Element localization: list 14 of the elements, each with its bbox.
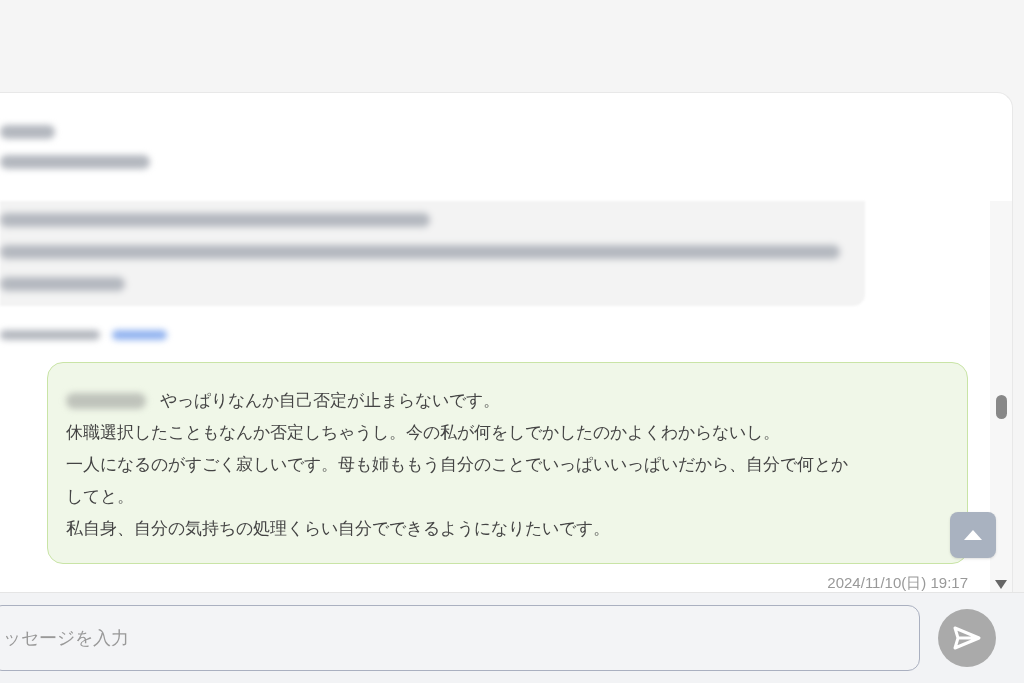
message-input-field[interactable]: ッセージを入力 — [0, 605, 920, 671]
scroll-to-top-button[interactable] — [950, 512, 996, 558]
message-text: 一人になるのがすごく寂しいです。母も姉ももう自分のことでいっぱいいっぱいだから、自分で何とか — [66, 454, 848, 476]
message-text: 休職選択したこともなんか否定しちゃうし。今の私が何をしでかしたのかよくわからないし。 — [66, 422, 780, 444]
blurred-text — [0, 125, 55, 139]
message-text: やっぱりなんか自己否定が止まらないです。 — [160, 390, 500, 412]
scrollbar[interactable] — [990, 201, 1012, 592]
send-icon — [953, 626, 981, 650]
caret-up-icon — [964, 530, 982, 540]
scroll-thumb[interactable] — [995, 395, 1007, 419]
scroll-down-icon[interactable] — [995, 580, 1007, 589]
timestamp: 2024/11/10(日) 19:17 — [827, 574, 968, 592]
message-text: 私自身、自分の気持ちの処理くらい自分でできるようになりたいです。 — [66, 518, 610, 540]
message-text: してと。 — [66, 486, 134, 508]
